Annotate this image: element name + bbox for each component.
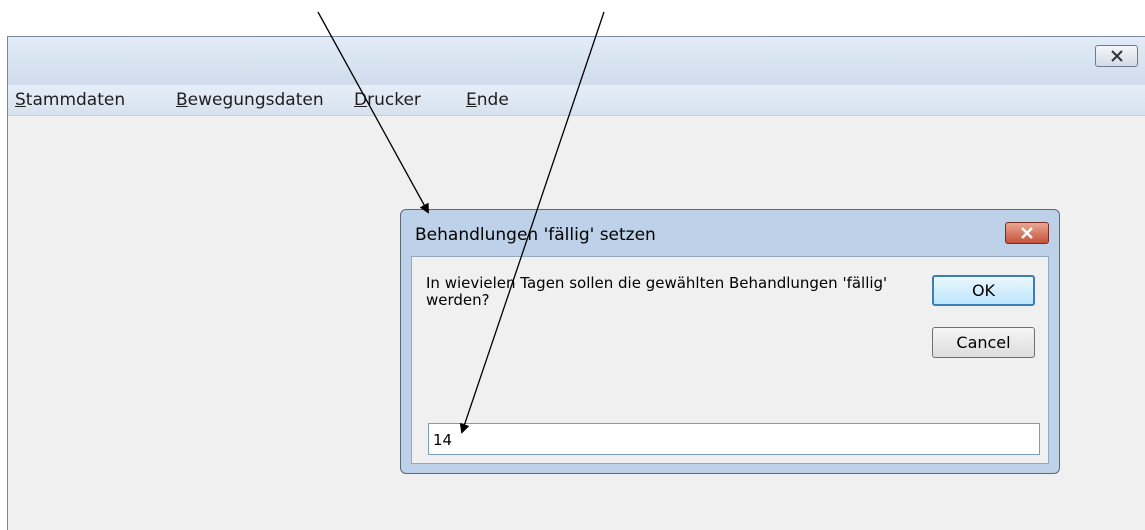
menu-ende[interactable]: Ende bbox=[466, 90, 509, 110]
menu-label: ewegungsdaten bbox=[187, 90, 324, 110]
menu-bewegungsdaten[interactable]: Bewegungsdaten bbox=[176, 90, 324, 110]
menu-label: nde bbox=[476, 90, 509, 110]
days-input[interactable]: 14 bbox=[428, 423, 1040, 455]
menu-drucker[interactable]: Drucker bbox=[354, 90, 421, 110]
main-close-button[interactable] bbox=[1095, 45, 1138, 67]
main-titlebar bbox=[8, 37, 1145, 85]
menu-label: tammdaten bbox=[25, 90, 126, 110]
dialog-title: Behandlungen 'fällig' setzen bbox=[415, 225, 656, 245]
input-dialog: Behandlungen 'fällig' setzen In wieviele… bbox=[400, 209, 1060, 474]
menu-label: rucker bbox=[367, 90, 421, 110]
menu-mnemonic: D bbox=[354, 90, 368, 110]
menubar: Stammdaten Bewegungsdaten Drucker Ende bbox=[8, 85, 1145, 116]
menu-mnemonic: E bbox=[466, 90, 477, 110]
dialog-prompt: In wievielen Tagen sollen die gewählten … bbox=[426, 274, 888, 309]
ok-button[interactable]: OK bbox=[932, 275, 1035, 306]
dialog-close-button[interactable] bbox=[1005, 222, 1049, 244]
menu-mnemonic: S bbox=[15, 90, 26, 110]
cancel-button[interactable]: Cancel bbox=[932, 327, 1035, 358]
dialog-body: In wievielen Tagen sollen die gewählten … bbox=[411, 256, 1049, 464]
close-icon bbox=[1021, 227, 1033, 239]
menu-mnemonic: B bbox=[176, 90, 188, 110]
menu-stammdaten[interactable]: Stammdaten bbox=[15, 90, 125, 110]
close-icon bbox=[1110, 50, 1123, 62]
